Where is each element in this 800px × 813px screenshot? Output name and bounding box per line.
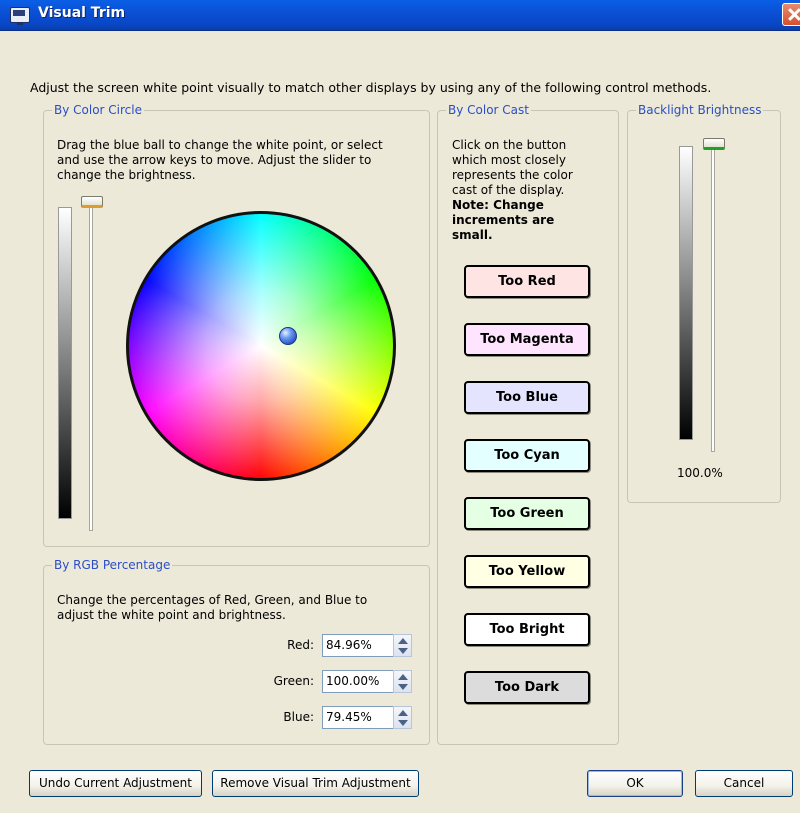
too-yellow-button[interactable]: Too Yellow: [464, 555, 590, 588]
intro-text: Adjust the screen white point visually t…: [30, 80, 712, 95]
description-line: represents the color: [452, 168, 573, 182]
description-line: which most closely: [452, 153, 566, 167]
too-magenta-button[interactable]: Too Magenta: [464, 323, 590, 356]
color-circle-description: Drag the blue ball to change the white p…: [57, 138, 422, 183]
color-wheel[interactable]: [126, 211, 396, 481]
rgb-percentage-legend: By RGB Percentage: [52, 558, 173, 572]
backlight-group: Backlight Brightness: [627, 103, 781, 503]
too-red-button[interactable]: Too Red: [464, 265, 590, 298]
color-cast-description: Click on the button which most closely r…: [452, 138, 612, 243]
green-percentage-input[interactable]: 100.00%: [322, 670, 394, 693]
backlight-gradient-bar: [679, 146, 693, 440]
undo-current-adjustment-button[interactable]: Undo Current Adjustment: [29, 770, 202, 797]
blue-label: Blue:: [283, 710, 314, 724]
brightness-slider-thumb[interactable]: [81, 196, 103, 208]
description-line: adjust the white point and brightness.: [57, 608, 286, 622]
red-percentage-input[interactable]: 84.96%: [322, 634, 394, 657]
description-line: Click on the button: [452, 138, 567, 152]
window-title: Visual Trim: [38, 5, 126, 21]
ok-button[interactable]: OK: [587, 770, 683, 797]
color-cast-legend: By Color Cast: [446, 103, 531, 117]
green-spin-button[interactable]: [393, 670, 412, 693]
white-point-ball[interactable]: [279, 327, 297, 345]
brightness-gradient-bar: [58, 207, 72, 519]
color-circle-legend: By Color Circle: [52, 103, 144, 117]
backlight-legend: Backlight Brightness: [636, 103, 764, 117]
note-line: small.: [452, 228, 493, 242]
too-dark-button[interactable]: Too Dark: [464, 671, 590, 704]
description-line: Change the percentages of Red, Green, an…: [57, 593, 368, 607]
brightness-slider-track[interactable]: [89, 204, 93, 531]
arrow-down-icon: [398, 720, 408, 726]
green-label: Green:: [273, 674, 314, 688]
cancel-button[interactable]: Cancel: [695, 770, 793, 797]
description-line: cast of the display.: [452, 183, 565, 197]
too-green-button[interactable]: Too Green: [464, 497, 590, 530]
note-line: increments are: [452, 213, 555, 227]
arrow-up-icon: [398, 674, 408, 680]
description-line: Drag the blue ball to change the white p…: [57, 138, 383, 152]
arrow-down-icon: [398, 648, 408, 654]
too-blue-button[interactable]: Too Blue: [464, 381, 590, 414]
backlight-slider-track[interactable]: [711, 146, 715, 452]
close-button[interactable]: [782, 3, 800, 26]
blue-spin-button[interactable]: [393, 706, 412, 729]
backlight-value: 100.0%: [677, 466, 723, 480]
blue-percentage-input[interactable]: 79.45%: [322, 706, 394, 729]
description-line: and use the arrow keys to move. Adjust t…: [57, 153, 372, 167]
too-bright-button[interactable]: Too Bright: [464, 613, 590, 646]
monitor-app-icon: [10, 7, 30, 25]
description-line: change the brightness.: [57, 168, 196, 182]
arrow-up-icon: [398, 710, 408, 716]
backlight-slider-thumb[interactable]: [703, 138, 725, 150]
arrow-down-icon: [398, 684, 408, 690]
too-cyan-button[interactable]: Too Cyan: [464, 439, 590, 472]
red-spin-button[interactable]: [393, 634, 412, 657]
rgb-description: Change the percentages of Red, Green, an…: [57, 593, 422, 623]
note-line: Note: Change: [452, 198, 544, 212]
remove-visual-trim-button[interactable]: Remove Visual Trim Adjustment: [212, 770, 419, 797]
title-bar: Visual Trim: [0, 0, 800, 31]
red-label: Red:: [287, 638, 314, 652]
arrow-up-icon: [398, 638, 408, 644]
